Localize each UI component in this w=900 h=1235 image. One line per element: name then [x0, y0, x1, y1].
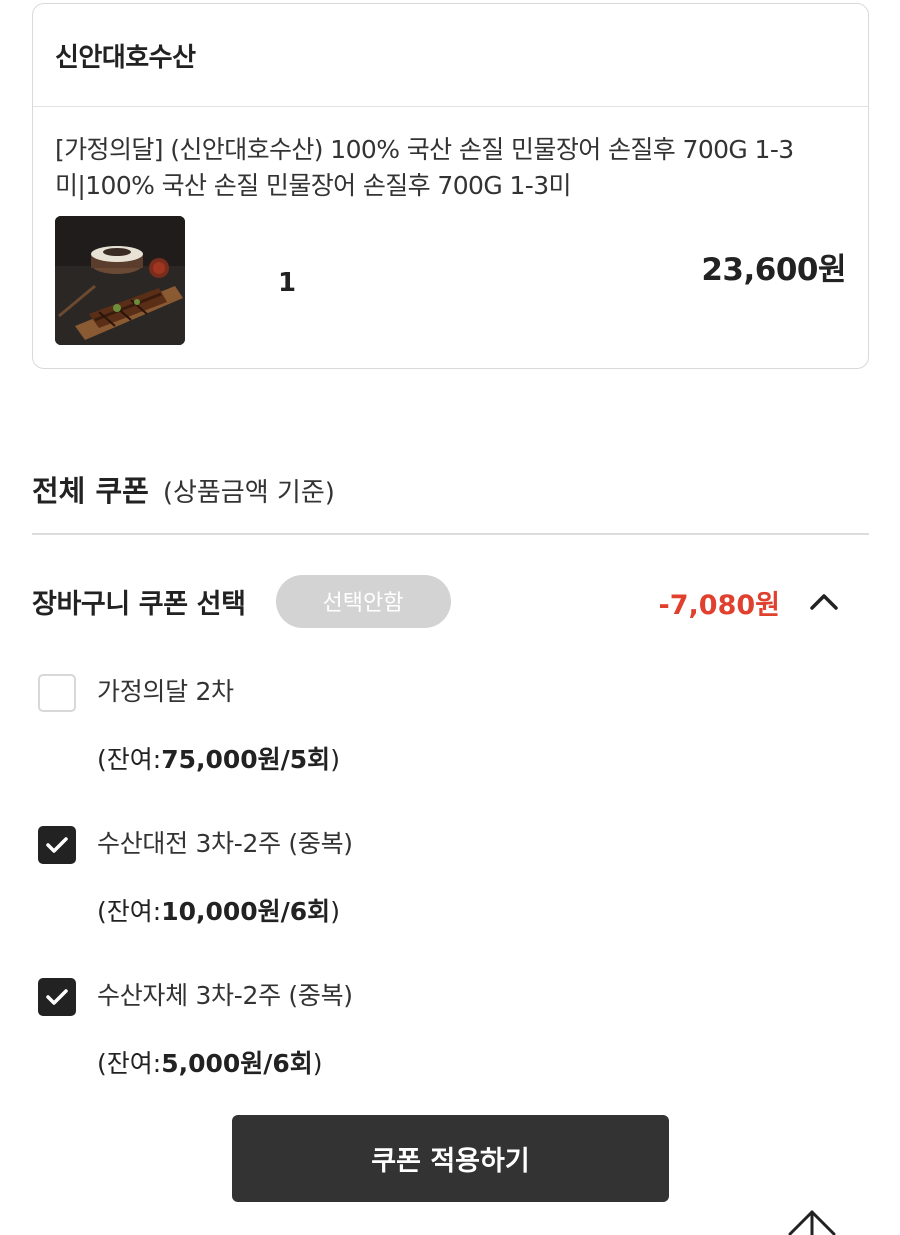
chevron-up-icon[interactable] [804, 582, 844, 622]
coupon-remaining-value: 10,000원/6회 [161, 897, 331, 926]
cart-coupon-row: 장바구니 쿠폰 선택 선택안함 -7,080원 [32, 574, 852, 628]
deselect-button[interactable]: 선택안함 [275, 574, 451, 628]
seller-header: 신안대호수산 [33, 4, 868, 107]
coupon-title: 전체 쿠폰 [32, 474, 149, 508]
discount-amount: -7,080원 [658, 590, 780, 621]
product-name: [가정의달] (신안대호수산) 100% 국산 손질 민물장어 손질후 700G… [55, 135, 794, 200]
coupon-name: 수산자체 3차-2주 (중복) [97, 981, 353, 1010]
coupon-name: 수산대전 3차-2주 (중복) [97, 829, 353, 858]
order-item-card: 신안대호수산 [가정의달] (신안대호수산) 100% 국산 손질 민물장어 손… [32, 3, 869, 369]
coupon-remaining-value: 5,000원/6회 [161, 1049, 313, 1078]
coupon-remaining: (잔여:75,000원/5회) [97, 745, 340, 774]
checkmark-icon [46, 837, 68, 853]
seller-name: 신안대호수산 [55, 42, 196, 73]
product-image [55, 216, 185, 345]
arrow-up-icon[interactable] [782, 1200, 842, 1235]
coupon-remaining-value: 75,000원/5회 [161, 745, 331, 774]
coupon-checkbox[interactable] [38, 978, 76, 1016]
apply-coupon-button[interactable]: 쿠폰 적용하기 [232, 1115, 669, 1202]
checkmark-icon [46, 989, 68, 1005]
quantity: 1 [278, 268, 297, 298]
item-price: 23,600원 [701, 252, 846, 288]
coupon-checkbox[interactable] [38, 826, 76, 864]
coupon-section-title: 전체 쿠폰 (상품금액 기준) [32, 468, 335, 510]
coupon-remaining: (잔여:5,000원/6회) [97, 1049, 323, 1078]
coupon-checkbox[interactable] [38, 674, 76, 712]
cart-coupon-label: 장바구니 쿠폰 선택 [32, 588, 246, 620]
coupon-page: 신안대호수산 [가정의달] (신안대호수산) 100% 국산 손질 민물장어 손… [0, 0, 900, 1235]
coupon-subtitle: (상품금액 기준) [162, 478, 335, 508]
section-divider [32, 533, 869, 535]
coupon-name: 가정의달 2차 [97, 677, 234, 706]
coupon-remaining: (잔여:10,000원/6회) [97, 897, 340, 926]
